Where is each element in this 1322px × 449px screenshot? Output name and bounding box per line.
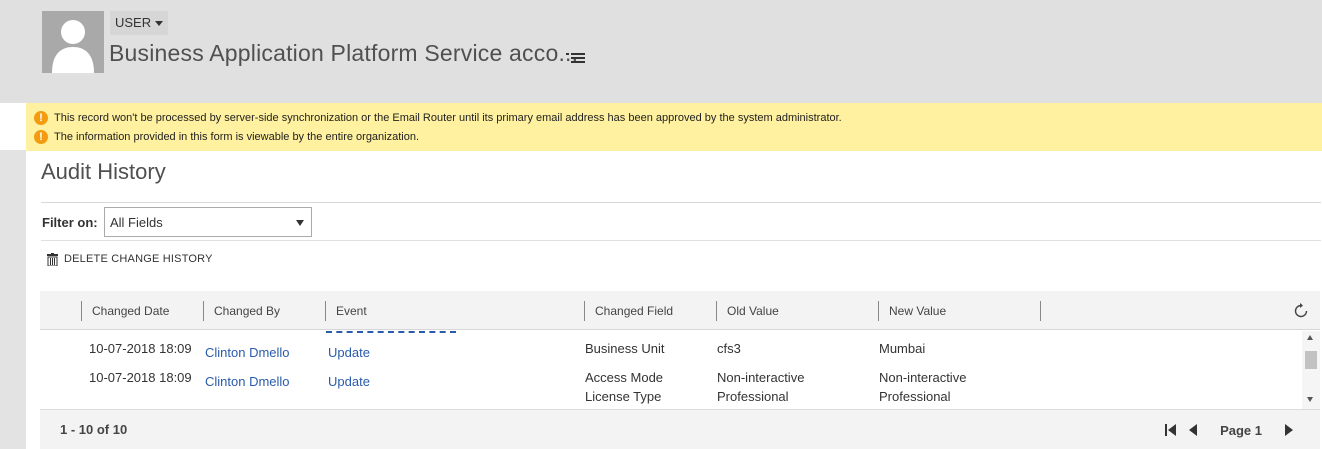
audit-history-section: Audit History Filter on: All Fields DELE… (26, 151, 1322, 449)
audit-grid: Changed Date Changed By Event Changed Fi… (40, 291, 1320, 449)
column-header-changed-field[interactable]: Changed Field (584, 301, 673, 321)
cell-changed-date: 10-07-2018 18:09 (89, 370, 192, 385)
notification-item: ! The information provided in this form … (34, 128, 419, 146)
column-header-changed-by[interactable]: Changed By (203, 301, 280, 321)
cell-old-value: cfs3 (717, 341, 741, 356)
first-page-icon[interactable] (1164, 423, 1178, 437)
divider (41, 240, 1321, 241)
grid-scrollbar[interactable] (1302, 331, 1320, 409)
cell-new-value: Mumbai (879, 341, 926, 356)
user-avatar[interactable] (42, 11, 104, 73)
warning-icon: ! (34, 130, 48, 144)
column-separator (1040, 301, 1041, 321)
column-header-new-value[interactable]: New Value (878, 301, 946, 321)
section-title: Audit History (41, 159, 166, 184)
cell-new-value: Professional (879, 389, 951, 404)
refresh-icon[interactable] (1292, 302, 1310, 320)
notification-item: ! This record won't be processed by serv… (34, 109, 842, 127)
pager: Page 1 (1164, 420, 1294, 440)
trash-icon (47, 252, 58, 266)
entity-type-label: USER (115, 15, 152, 30)
filter-select[interactable]: All Fields (104, 207, 312, 237)
column-header-event[interactable]: Event (325, 301, 367, 321)
cell-changed-field: License Type (585, 389, 662, 404)
notification-text: The information provided in this form is… (54, 131, 420, 143)
record-title: Business Application Platform Service ac… (109, 40, 579, 66)
notification-bar: ! This record won't be processed by serv… (26, 103, 1322, 151)
delete-change-history-button[interactable]: DELETE CHANGE HISTORY (46, 251, 213, 267)
cell-event-link[interactable]: Update (328, 343, 370, 362)
form-selector-icon[interactable] (566, 51, 586, 65)
filter-selected-value: All Fields (110, 215, 163, 230)
chevron-down-icon (155, 20, 164, 26)
grid-footer: 1 - 10 of 10 Page 1 (40, 409, 1320, 449)
grid-body: 10-07-2018 18:09 Clinton Dmello Update B… (40, 331, 1302, 409)
scroll-down-icon[interactable] (1307, 397, 1313, 402)
user-silhouette-icon (52, 20, 94, 73)
cell-changed-date: 10-07-2018 18:09 (89, 341, 192, 356)
delete-change-history-label: DELETE CHANGE HISTORY (64, 253, 213, 265)
entity-type-dropdown[interactable]: USER (110, 11, 169, 35)
divider (41, 202, 1321, 203)
previous-page-icon[interactable] (1188, 423, 1198, 437)
record-header: USER Business Application Platform Servi… (0, 0, 1322, 103)
left-nav-strip (0, 150, 26, 449)
page-number: Page 1 (1220, 422, 1262, 438)
record-count: 1 - 10 of 10 (60, 422, 128, 437)
grid-header: Changed Date Changed By Event Changed Fi… (40, 291, 1320, 330)
cell-old-value: Professional (717, 389, 789, 404)
notification-text: This record won't be processed by server… (54, 112, 842, 124)
cell-new-value: Non-interactive (879, 370, 967, 385)
scroll-up-icon[interactable] (1307, 335, 1313, 340)
scroll-thumb[interactable] (1305, 351, 1317, 369)
warning-icon: ! (34, 111, 48, 125)
cell-changed-field: Access Mode (585, 370, 664, 385)
cell-old-value: Non-interactive (717, 370, 805, 385)
cell-changed-by-link[interactable]: Clinton Dmello (205, 343, 290, 362)
chevron-down-icon (296, 220, 304, 226)
next-page-icon[interactable] (1284, 423, 1294, 437)
filter-label: Filter on: (42, 215, 98, 230)
cell-changed-field: Business Unit (585, 341, 665, 356)
cell-changed-by-link[interactable]: Clinton Dmello (205, 372, 290, 391)
cell-event-link[interactable]: Update (328, 372, 370, 391)
column-header-changed-date[interactable]: Changed Date (81, 301, 169, 321)
column-header-old-value[interactable]: Old Value (716, 301, 779, 321)
